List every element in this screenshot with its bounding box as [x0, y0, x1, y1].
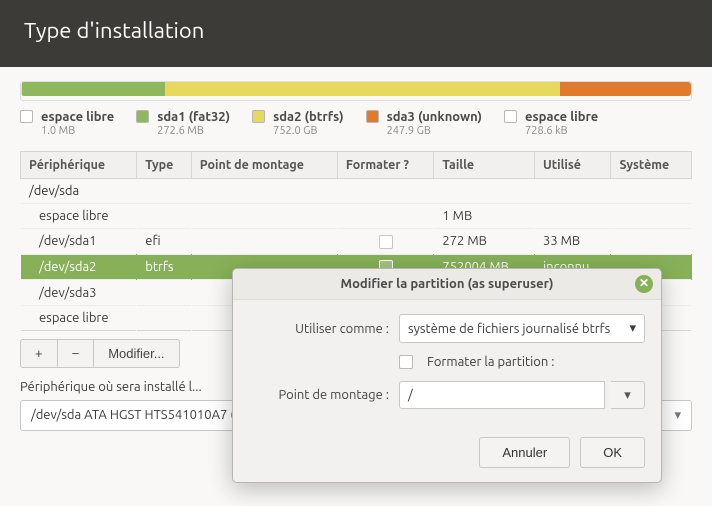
page-title: Type d'installation	[24, 18, 688, 43]
cell-device: /dev/sda2	[21, 254, 137, 280]
cell-used: 33 MB	[534, 229, 610, 255]
legend-checkbox[interactable]	[136, 110, 149, 123]
legend-name: sda3 (unknown)	[387, 109, 482, 125]
disk-usage-bar	[20, 81, 692, 101]
dialog-title: Modifier la partition (as superuser) ✕	[233, 269, 661, 300]
cell-mount	[191, 204, 337, 229]
legend-size: 728.6 kB	[525, 125, 598, 139]
disk-segment	[165, 82, 560, 96]
modify-partition-button[interactable]: Modifier...	[94, 339, 179, 368]
close-icon[interactable]: ✕	[635, 275, 653, 293]
mount-point-input[interactable]: /	[399, 381, 605, 409]
cell-device: espace libre	[21, 204, 137, 229]
cell-type	[137, 280, 192, 306]
legend-name: sda2 (btrfs)	[273, 109, 343, 125]
cell-mount	[191, 229, 337, 255]
legend-name: sda1 (fat32)	[157, 109, 230, 125]
disk-legend: espace libre1.0 MBsda1 (fat32)272.6 MBsd…	[20, 101, 692, 151]
col-type[interactable]: Type	[137, 152, 192, 179]
cell-device: /dev/sda1	[21, 229, 137, 255]
col-size[interactable]: Taille	[434, 152, 535, 179]
legend-name: espace libre	[525, 109, 598, 125]
ok-button[interactable]: OK	[580, 437, 645, 468]
table-row[interactable]: /dev/sda	[21, 179, 692, 204]
legend-name: espace libre	[41, 109, 114, 125]
disk-segment	[22, 82, 165, 96]
legend-item[interactable]: sda2 (btrfs)752.0 GB	[252, 109, 343, 139]
remove-partition-button[interactable]: −	[58, 339, 95, 368]
legend-item[interactable]: sda3 (unknown)247.9 GB	[366, 109, 482, 139]
col-device[interactable]: Périphérique	[21, 152, 137, 179]
cell-size: 272 MB	[434, 229, 535, 255]
titlebar: Type d'installation	[0, 0, 712, 67]
mount-point-dropdown[interactable]: ▾	[611, 381, 645, 409]
legend-item[interactable]: espace libre1.0 MB	[20, 109, 114, 139]
col-used[interactable]: Utilisé	[534, 152, 610, 179]
cell-device: /dev/sda3	[21, 280, 137, 306]
legend-size: 1.0 MB	[41, 125, 114, 139]
disk-segment	[560, 82, 690, 96]
legend-checkbox[interactable]	[252, 110, 265, 123]
cancel-button[interactable]: Annuler	[479, 437, 570, 468]
cell-system	[611, 229, 692, 255]
cell-format	[337, 204, 434, 229]
cell-size: 1 MB	[434, 204, 535, 229]
cell-type: efi	[137, 229, 192, 255]
legend-checkbox[interactable]	[20, 110, 33, 123]
col-mount[interactable]: Point de montage	[191, 152, 337, 179]
edit-partition-dialog: Modifier la partition (as superuser) ✕ U…	[232, 268, 662, 483]
add-partition-button[interactable]: +	[20, 339, 58, 368]
chevron-down-icon: ▾	[624, 388, 631, 403]
legend-item[interactable]: espace libre728.6 kB	[504, 109, 598, 139]
cell-format	[337, 229, 434, 255]
col-format[interactable]: Formater ?	[337, 152, 434, 179]
col-system[interactable]: Système	[611, 152, 692, 179]
legend-size: 272.6 MB	[157, 125, 230, 139]
format-checkbox[interactable]	[399, 355, 413, 369]
chevron-down-icon: ▾	[629, 321, 636, 336]
use-as-label: Utiliser comme :	[249, 322, 399, 336]
legend-item[interactable]: sda1 (fat32)272.6 MB	[136, 109, 230, 139]
chevron-down-icon: ▾	[674, 408, 681, 423]
cell-used	[534, 204, 610, 229]
cell-type: btrfs	[137, 254, 192, 280]
cell-type	[137, 305, 192, 330]
format-checkbox[interactable]	[379, 235, 393, 249]
legend-size: 752.0 GB	[273, 125, 343, 139]
use-as-select[interactable]: système de fichiers journalisé btrfs ▾	[399, 314, 645, 343]
cell-type	[137, 204, 192, 229]
cell-device: /dev/sda	[21, 179, 692, 204]
cell-device: espace libre	[21, 305, 137, 330]
format-label: Formater la partition :	[427, 355, 554, 369]
table-row[interactable]: /dev/sda1efi 272 MB33 MB	[21, 229, 692, 255]
cell-system	[611, 204, 692, 229]
legend-checkbox[interactable]	[366, 110, 379, 123]
legend-checkbox[interactable]	[504, 110, 517, 123]
legend-size: 247.9 GB	[387, 125, 482, 139]
mount-label: Point de montage :	[249, 388, 399, 402]
table-row[interactable]: espace libre 1 MB	[21, 204, 692, 229]
